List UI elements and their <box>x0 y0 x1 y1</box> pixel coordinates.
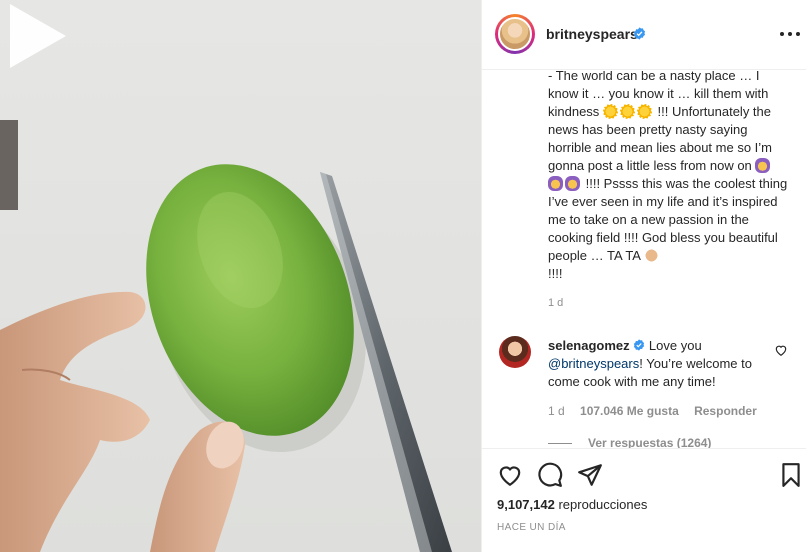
share-icon[interactable] <box>577 462 603 488</box>
view-replies-link[interactable]: Ver respuestas (1264) <box>548 436 711 448</box>
more-options-icon[interactable] <box>778 26 802 42</box>
facepalm-emoji-icon <box>565 176 580 191</box>
divider-line <box>548 443 572 445</box>
facepalm-emoji-icon <box>755 158 771 173</box>
avatar-image <box>498 17 532 51</box>
comment-like-heart-icon[interactable] <box>774 343 788 357</box>
post-caption: - The world can be a nasty place … I kno… <box>548 71 788 283</box>
comment-timestamp[interactable]: 1 d <box>548 404 565 418</box>
post-panel: britneyspears - The world can be a nasty… <box>481 0 806 552</box>
sun-emoji-icon <box>636 104 652 119</box>
post-actions-bar: 9,107,142 reproducciones HACE UN DÍA <box>482 448 806 552</box>
comment-likes-count[interactable]: 107.046 Me gusta <box>580 404 679 418</box>
reply-button[interactable]: Responder <box>694 404 757 418</box>
view-replies-label: Ver respuestas (1264) <box>588 436 712 448</box>
caption-text-4: !!!! <box>548 266 563 281</box>
comments-list[interactable]: - The world can be a nasty place … I kno… <box>482 71 806 448</box>
comment-body: selenagomez Love you @britneyspears! You… <box>548 337 778 391</box>
author-username[interactable]: britneyspears <box>546 26 638 42</box>
post-date[interactable]: HACE UN DÍA <box>497 522 566 533</box>
caption-text-3: !!!! Pssss this was the coolest thing I’… <box>548 176 791 263</box>
heart-icon[interactable] <box>497 462 523 488</box>
author-avatar[interactable] <box>495 14 535 54</box>
comment-mention-link[interactable]: @britneyspears <box>548 356 639 371</box>
views-label: reproducciones <box>558 497 648 512</box>
views-number: 9,107,142 <box>497 497 555 512</box>
facepalm-emoji-icon <box>548 176 563 191</box>
sun-emoji-icon <box>619 104 635 119</box>
comment-text-1: Love you <box>648 338 702 353</box>
caption-timestamp[interactable]: 1 d <box>548 297 563 309</box>
verified-badge-icon <box>634 339 645 351</box>
views-count[interactable]: 9,107,142 reproducciones <box>497 497 647 512</box>
comment-username[interactable]: selenagomez <box>548 338 630 353</box>
comment-meta: 1 d 107.046 Me gusta Responder <box>548 404 769 418</box>
verified-badge-icon <box>633 27 646 40</box>
bookmark-icon[interactable] <box>778 462 804 488</box>
sun-emoji-icon <box>602 104 618 119</box>
comment-avatar[interactable] <box>499 336 531 368</box>
play-icon[interactable] <box>0 0 72 72</box>
comment-icon[interactable] <box>537 462 563 488</box>
video-frame-image <box>0 120 452 552</box>
wave-emoji-icon <box>643 248 659 263</box>
video-player[interactable] <box>0 0 481 552</box>
post-header: britneyspears <box>482 0 806 70</box>
